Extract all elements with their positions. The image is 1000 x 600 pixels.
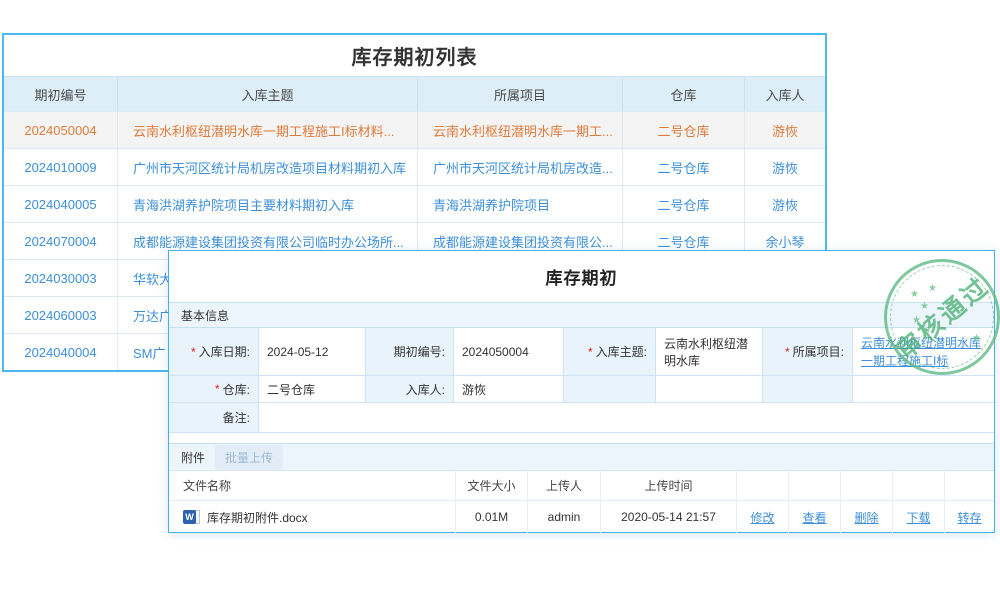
- project-label: * 所属项目:: [762, 328, 852, 376]
- word-file-icon: W: [183, 509, 200, 525]
- modal-title: 库存期初: [169, 251, 994, 302]
- file-size: 0.01M: [456, 501, 528, 533]
- list-header-row: 期初编号 入库主题 所属项目 仓库 入库人: [4, 76, 825, 111]
- remark-label: 备注:: [169, 403, 258, 433]
- required-mark: *: [588, 345, 593, 359]
- file-upload-time: 2020-05-14 21:57: [601, 501, 737, 533]
- remark-value[interactable]: [258, 403, 994, 433]
- empty-label-cell: [563, 376, 655, 403]
- table-row[interactable]: 2024010009 广州市天河区统计局机房改造项目材料期初入库 广州市天河区统…: [4, 148, 825, 185]
- cell-subject[interactable]: 青海洪湖养护院项目主要材料期初入库: [118, 185, 418, 222]
- subject-label: * 入库主题:: [563, 328, 655, 376]
- view-link[interactable]: 查看: [802, 509, 826, 526]
- cell-project[interactable]: 云南水利枢纽潜明水库一期工...: [418, 111, 623, 148]
- person-value: 游恢: [453, 376, 563, 403]
- basic-info-section-header: 基本信息: [169, 302, 994, 328]
- cell-code[interactable]: 2024070004: [4, 222, 118, 259]
- action-header-cell: [841, 471, 893, 501]
- file-name: 库存期初附件.docx: [207, 509, 308, 526]
- col-header-project: 所属项目: [418, 76, 623, 111]
- file-name-cell: W 库存期初附件.docx: [169, 501, 456, 533]
- cell-person: 游恢: [745, 148, 825, 185]
- attachment-section-header: 附件 批量上传: [169, 444, 994, 471]
- project-link[interactable]: 云南水利枢纽潜明水库一期工程施工I标: [861, 334, 986, 370]
- section-gap: [169, 433, 994, 443]
- file-name-header: 文件名称: [169, 471, 456, 501]
- table-row[interactable]: 2024040005 青海洪湖养护院项目主要材料期初入库 青海洪湖养护院项目 二…: [4, 185, 825, 222]
- action-header-cell: [789, 471, 841, 501]
- cell-code[interactable]: 2024010009: [4, 148, 118, 185]
- empty-value-cell: [655, 376, 762, 403]
- page: 库存期初列表 期初编号 入库主题 所属项目 仓库 入库人 2024050004 …: [0, 0, 1000, 600]
- cell-subject[interactable]: 广州市天河区统计局机房改造项目材料期初入库: [118, 148, 418, 185]
- cell-code[interactable]: 2024060003: [4, 296, 118, 333]
- warehouse-value[interactable]: 二号仓库: [258, 376, 365, 403]
- in-date-label: * 入库日期:: [169, 328, 258, 376]
- download-link[interactable]: 下载: [906, 509, 930, 526]
- col-header-subject: 入库主题: [118, 76, 418, 111]
- file-uploader: admin: [528, 501, 601, 533]
- code-label: 期初编号:: [365, 328, 453, 376]
- attachment-table-header: 文件名称 文件大小 上传人 上传时间: [169, 471, 994, 501]
- required-mark: *: [215, 382, 220, 396]
- transfer-link[interactable]: 转存: [957, 509, 981, 526]
- cell-warehouse: 二号仓库: [623, 148, 745, 185]
- inventory-opening-detail-panel: 库存期初 基本信息 * 入库日期: 2024-05-12 期初编号: 20240…: [168, 250, 995, 533]
- delete-link[interactable]: 删除: [854, 509, 878, 526]
- action-header-cell: [737, 471, 789, 501]
- in-date-value[interactable]: 2024-05-12: [258, 328, 365, 376]
- cell-code[interactable]: 2024030003: [4, 259, 118, 296]
- cell-subject[interactable]: 云南水利枢纽潜明水库一期工程施工I标材料...: [118, 111, 418, 148]
- cell-warehouse: 二号仓库: [623, 185, 745, 222]
- table-row[interactable]: 2024050004 云南水利枢纽潜明水库一期工程施工I标材料... 云南水利枢…: [4, 111, 825, 148]
- cell-code[interactable]: 2024040005: [4, 185, 118, 222]
- cell-code[interactable]: 2024040004: [4, 333, 118, 370]
- project-value-cell: 云南水利枢纽潜明水库一期工程施工I标: [852, 328, 994, 376]
- file-size-header: 文件大小: [456, 471, 528, 501]
- modify-link[interactable]: 修改: [750, 509, 774, 526]
- warehouse-label: * 仓库:: [169, 376, 258, 403]
- uploader-header: 上传人: [528, 471, 601, 501]
- cell-project[interactable]: 广州市天河区统计局机房改造...: [418, 148, 623, 185]
- cell-warehouse: 二号仓库: [623, 111, 745, 148]
- list-title: 库存期初列表: [4, 35, 825, 76]
- cell-person: 游恢: [745, 111, 825, 148]
- subject-value[interactable]: 云南水利枢纽潜明水库: [655, 328, 762, 376]
- attachment-section: 附件 批量上传 文件名称 文件大小 上传人 上传时间 W: [169, 443, 994, 533]
- cell-code[interactable]: 2024050004: [4, 111, 118, 148]
- empty-value-cell: [852, 376, 994, 403]
- action-header-cell: [945, 471, 994, 501]
- basic-info-form: * 入库日期: 2024-05-12 期初编号: 2024050004 * 入库…: [169, 328, 994, 433]
- cell-person: 游恢: [745, 185, 825, 222]
- cell-project[interactable]: 青海洪湖养护院项目: [418, 185, 623, 222]
- empty-label-cell: [762, 376, 852, 403]
- col-header-person: 入库人: [745, 76, 825, 111]
- col-header-warehouse: 仓库: [623, 76, 745, 111]
- col-header-code: 期初编号: [4, 76, 118, 111]
- batch-upload-button[interactable]: 批量上传: [215, 445, 283, 470]
- required-mark: *: [785, 345, 790, 359]
- upload-time-header: 上传时间: [601, 471, 737, 501]
- attachment-label: 附件: [181, 449, 205, 466]
- action-header-cell: [893, 471, 945, 501]
- code-value: 2024050004: [453, 328, 563, 376]
- attachment-file-row: W 库存期初附件.docx 0.01M admin 2020-05-14 21:…: [169, 501, 994, 533]
- person-label: 入库人:: [365, 376, 453, 403]
- required-mark: *: [191, 345, 196, 359]
